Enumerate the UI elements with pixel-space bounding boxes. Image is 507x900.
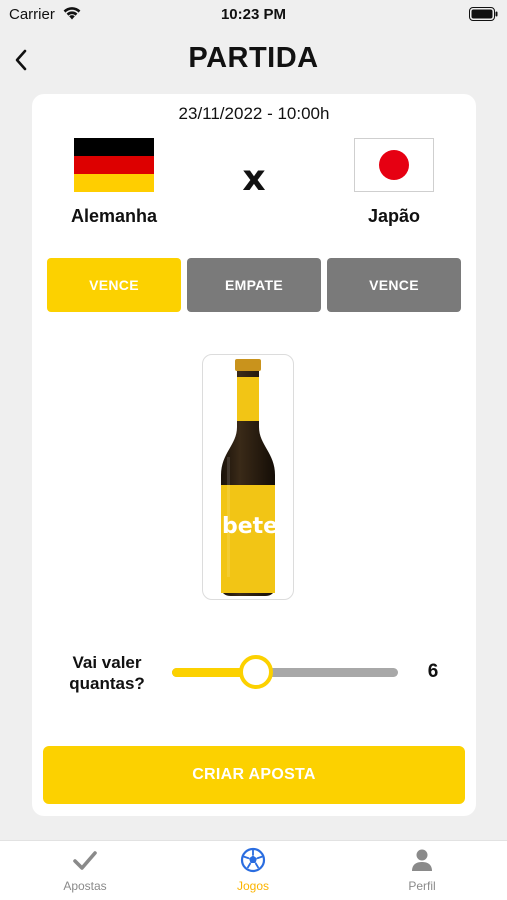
tab-perfil[interactable]: Perfil	[367, 847, 477, 899]
tab-apostas[interactable]: Apostas	[30, 847, 140, 899]
soccer-ball-icon	[240, 847, 266, 873]
bet-amount-value: 6	[427, 661, 439, 682]
status-bar: Carrier 10:23 PM	[0, 0, 507, 30]
checkmark-icon	[73, 851, 97, 870]
slider-thumb[interactable]	[238, 655, 273, 689]
beer-bottle-image: beter	[202, 354, 294, 600]
bottle-label-text: beter	[222, 514, 283, 539]
person-icon	[412, 849, 432, 871]
create-bet-button[interactable]: CRIAR APOSTA	[43, 746, 465, 804]
tab-label: Jogos	[236, 879, 270, 893]
beer-bottle-icon: beter	[221, 359, 283, 596]
battery-icon	[469, 7, 498, 21]
bet-amount-label: Vai valer quantas?	[69, 653, 145, 693]
tab-jogos[interactable]: Jogos	[198, 847, 308, 899]
flag-disc	[379, 150, 409, 180]
tab-bar: Apostas Jogos Perfil	[0, 840, 507, 900]
bet-amount-slider[interactable]	[172, 655, 398, 689]
home-team-name: Alemanha	[70, 206, 158, 226]
draw-button[interactable]: EMPATE	[187, 258, 321, 312]
match-card: 23/11/2022 - 10:00h x Alemanha Japão VEN…	[32, 94, 476, 816]
clock: 10:23 PM	[220, 6, 287, 23]
tab-label: Apostas	[63, 879, 107, 893]
away-team-name: Japão	[367, 206, 421, 226]
away-win-button[interactable]: VENCE	[327, 258, 461, 312]
page-title: PARTIDA	[188, 42, 319, 74]
away-team-flag	[354, 138, 434, 192]
flag-stripe	[74, 138, 154, 156]
match-datetime: 23/11/2022 - 10:00h	[178, 104, 330, 123]
tab-label: Perfil	[408, 879, 436, 893]
home-win-button[interactable]: VENCE	[47, 258, 181, 312]
